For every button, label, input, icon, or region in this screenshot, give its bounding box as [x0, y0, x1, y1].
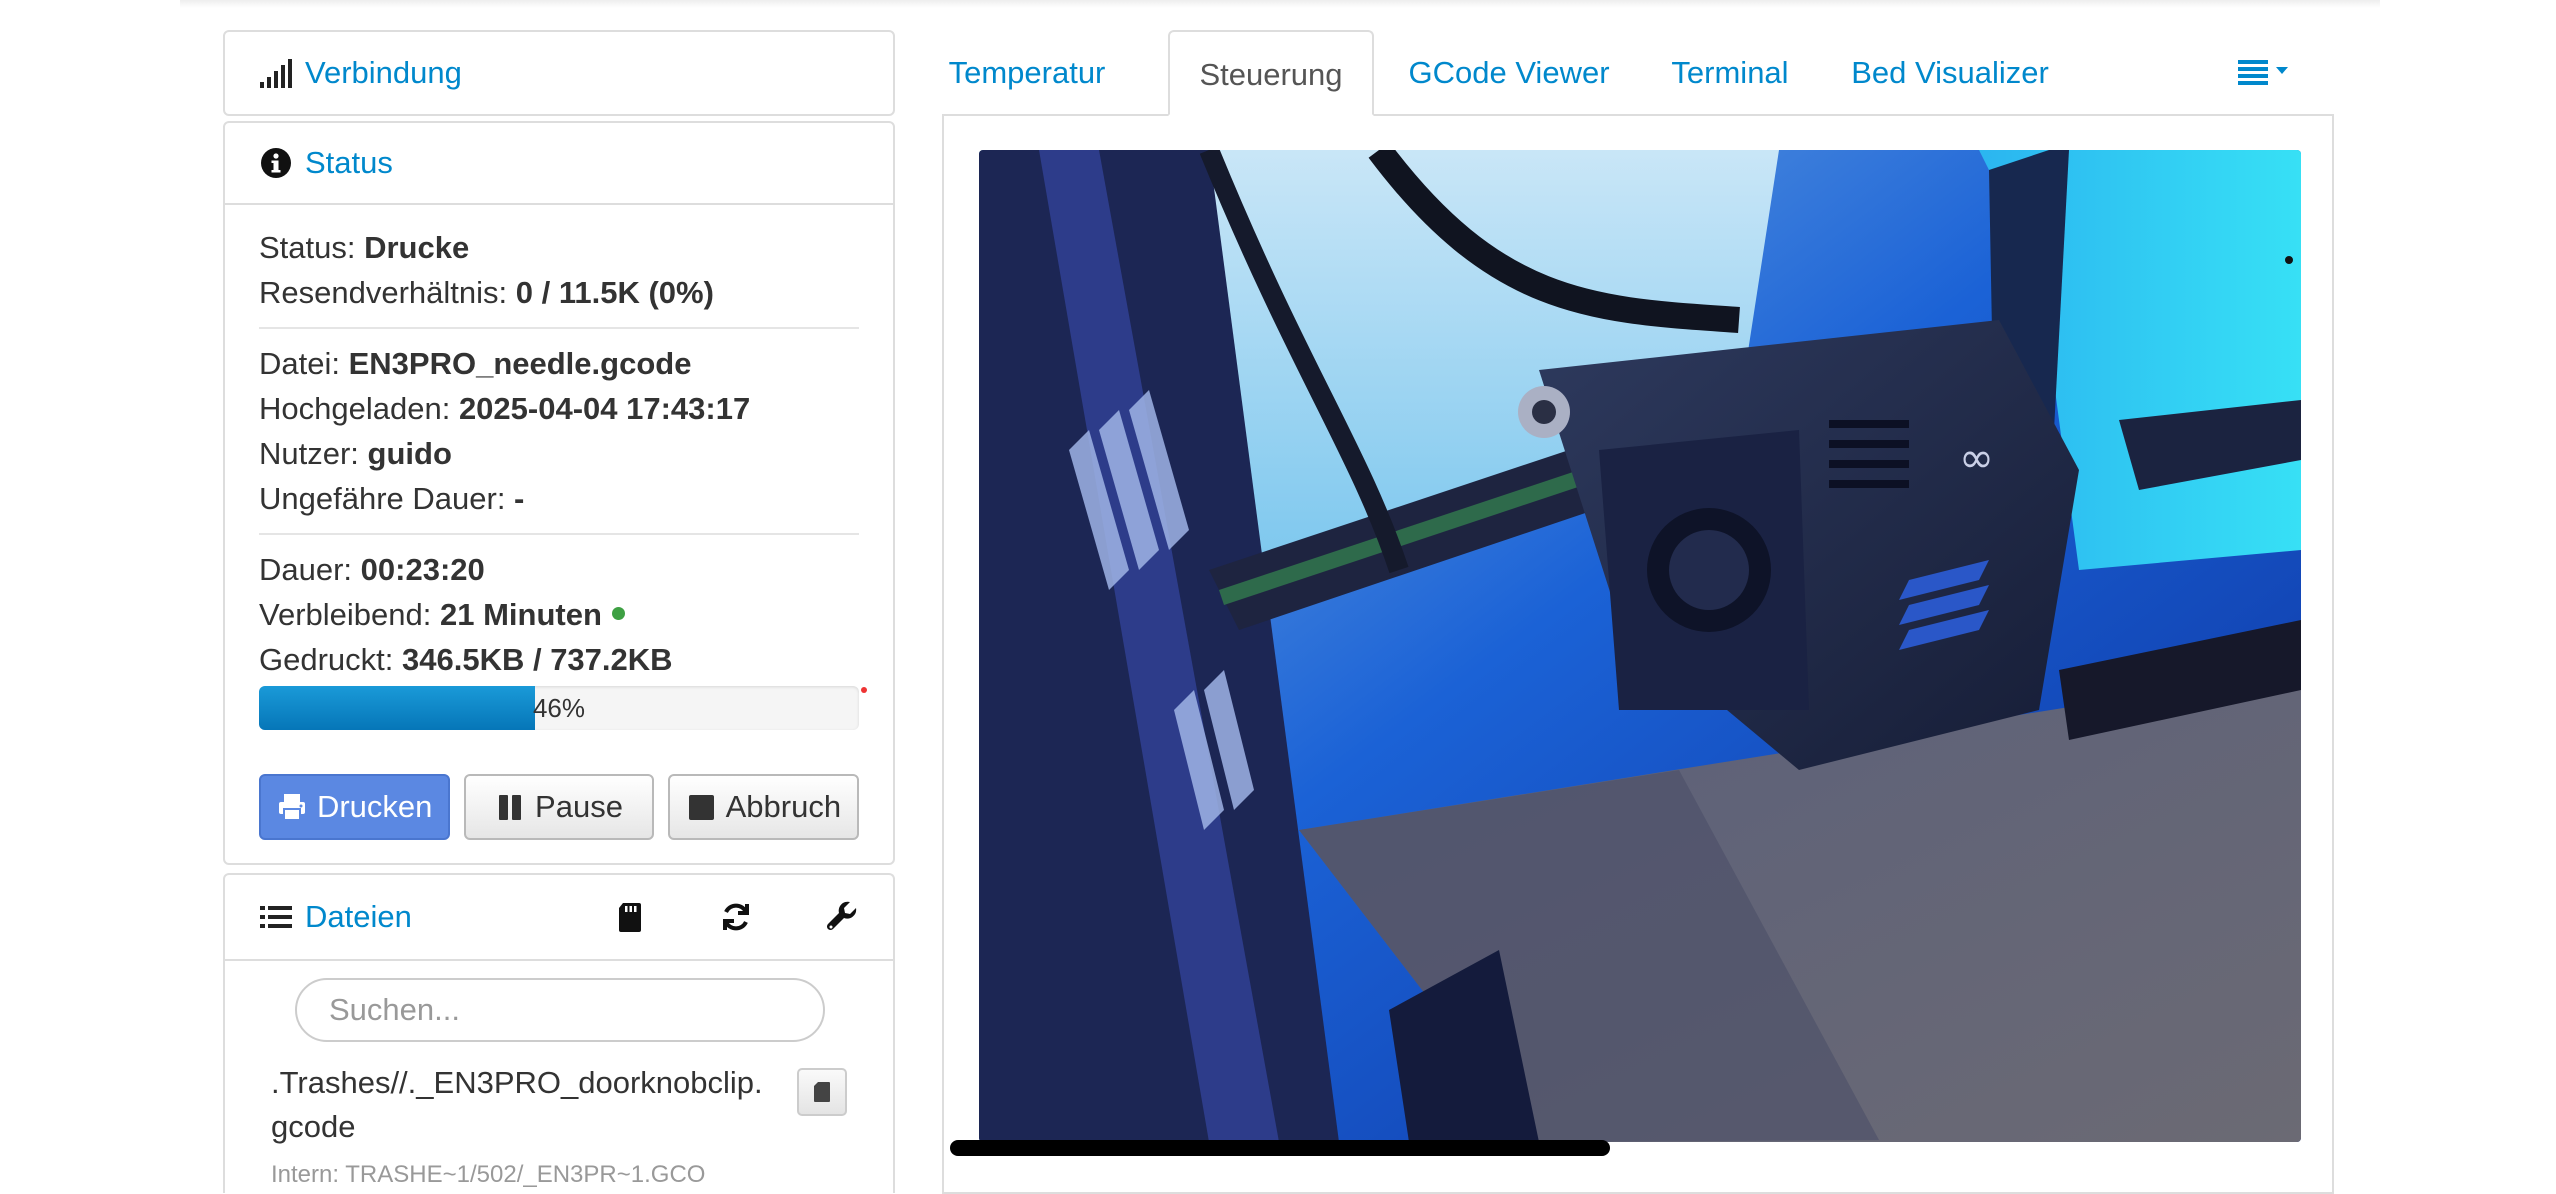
divider	[259, 327, 859, 329]
top-shadow	[180, 0, 2380, 8]
pause-button[interactable]: Pause	[464, 774, 654, 840]
sd-card-icon[interactable]	[613, 900, 647, 934]
files-header: Dateien	[225, 875, 893, 961]
status-row-state: Status: Drucke	[259, 230, 470, 265]
status-row-printed: Gedruckt: 346.5KB / 737.2KB	[259, 642, 673, 677]
list-dropdown-icon[interactable]	[2236, 58, 2308, 88]
remaining-indicator-dot	[611, 607, 625, 621]
main-tabs: Temperatur Steuerung GCode Viewer Termin…	[942, 30, 2334, 116]
refresh-icon[interactable]	[719, 900, 753, 934]
list-icon	[259, 900, 293, 934]
pause-icon	[495, 792, 525, 822]
status-header[interactable]: Status	[225, 123, 893, 205]
tab-temperatur[interactable]: Temperatur	[942, 30, 1112, 116]
info-circle-icon	[259, 146, 293, 180]
connection-header[interactable]: Verbindung	[225, 32, 893, 114]
status-row-remaining: Verbleibend: 21 Minuten	[259, 592, 859, 637]
svg-text:∞: ∞	[1959, 433, 1994, 482]
print-button-label: Drucken	[316, 789, 433, 824]
file-item-internal-path: Intern: TRASHE~1/502/_EN3PR~1.GCO	[271, 1161, 706, 1188]
status-row-user: Nutzer: guido	[259, 436, 452, 471]
status-row-resend: Resendverhältnis: 0 / 11.5K (0%)	[259, 275, 714, 310]
file-item-name[interactable]: .Trashes//._EN3PRO_doorknobclip. gcode	[271, 1061, 791, 1149]
abort-button-label: Abbruch	[725, 789, 842, 824]
webcam-stream: ∞	[979, 150, 2301, 1142]
status-row-estimate: Ungefähre Dauer: -	[259, 481, 525, 516]
status-row-uploaded: Hochgeladen: 2025-04-04 17:43:17	[259, 391, 751, 426]
wrench-icon[interactable]	[825, 900, 859, 934]
divider	[259, 533, 859, 535]
progress-marker-dot	[861, 687, 867, 693]
progress-label: 46%	[532, 693, 586, 723]
file-search-input[interactable]: Suchen...	[295, 978, 825, 1042]
file-sd-button[interactable]	[797, 1068, 847, 1116]
control-tab-content: ∞	[942, 114, 2334, 1194]
printer-icon	[277, 792, 307, 822]
signal-icon	[259, 56, 293, 90]
status-row-file: Datei: EN3PRO_needle.gcode	[259, 346, 692, 381]
status-row-duration: Dauer: 00:23:20	[259, 552, 485, 587]
horizontal-scrollbar[interactable]	[950, 1140, 1610, 1156]
tab-bed-visualizer[interactable]: Bed Visualizer	[1838, 30, 2062, 116]
files-title[interactable]: Dateien	[305, 899, 412, 935]
tab-terminal[interactable]: Terminal	[1660, 30, 1800, 116]
files-panel: Dateien Suchen... .Trashes//._EN3PRO_doo…	[223, 873, 895, 1193]
connection-panel: Verbindung	[223, 30, 895, 116]
tab-steuerung[interactable]: Steuerung	[1168, 30, 1374, 116]
status-panel: Status Status: Drucke Resendverhältnis: …	[223, 121, 895, 865]
pause-button-label: Pause	[535, 789, 623, 824]
stop-icon	[686, 792, 716, 822]
connection-title[interactable]: Verbindung	[305, 55, 462, 91]
print-progress-bar: 46%	[259, 686, 859, 730]
sd-card-small-icon	[814, 1082, 830, 1102]
print-button[interactable]: Drucken	[259, 774, 451, 840]
status-title[interactable]: Status	[305, 145, 393, 181]
abort-button[interactable]: Abbruch	[667, 774, 859, 840]
tab-gcode-viewer[interactable]: GCode Viewer	[1396, 30, 1622, 116]
